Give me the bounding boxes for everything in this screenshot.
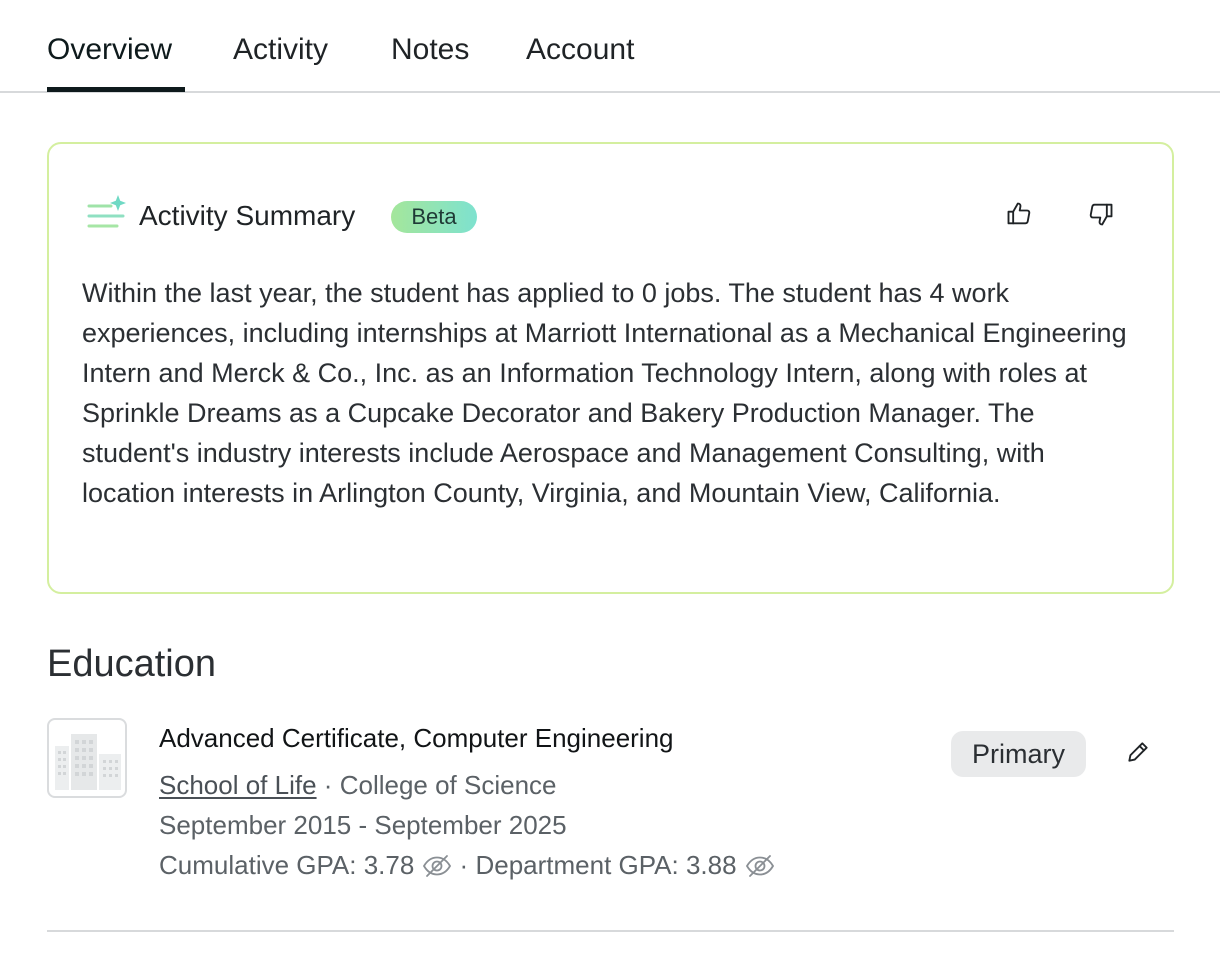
thumbs-down-icon	[1087, 200, 1115, 233]
thumbs-up-button[interactable]	[1001, 198, 1037, 234]
sparkle-lines-icon	[87, 194, 127, 234]
department-gpa: Department GPA: 3.88	[475, 850, 737, 880]
gpa-line: Cumulative GPA: 3.78 · Department GPA: 3…	[159, 847, 775, 888]
tab-bar: Overview Activity Notes Account	[0, 0, 1220, 93]
eye-off-icon[interactable]	[422, 852, 452, 888]
activity-summary-title: Activity Summary	[139, 200, 356, 231]
edit-education-button[interactable]	[1120, 736, 1156, 772]
separator-dot: ·	[459, 850, 469, 880]
primary-badge: Primary	[951, 731, 1086, 777]
active-tab-indicator	[47, 87, 185, 92]
education-heading: Education	[47, 643, 217, 685]
degree-title: Advanced Certificate, Computer Engineeri…	[159, 723, 674, 753]
school-line: School of Life · College of Science	[159, 767, 557, 803]
school-link[interactable]: School of Life	[159, 770, 317, 800]
cumulative-gpa: Cumulative GPA: 3.78	[159, 850, 415, 880]
eye-off-icon[interactable]	[745, 852, 775, 888]
separator-dot: ·	[323, 770, 333, 800]
college-name: College of Science	[339, 770, 557, 800]
education-dates: September 2015 - September 2025	[159, 810, 567, 840]
activity-summary-text: Within the last year, the student has ap…	[82, 278, 1127, 508]
thumbs-down-button[interactable]	[1083, 198, 1119, 234]
activity-summary-card: Activity Summary Beta Within the last ye…	[47, 142, 1174, 594]
section-divider	[47, 930, 1174, 932]
thumbs-up-icon	[1005, 200, 1033, 233]
school-logo	[47, 718, 127, 798]
beta-badge: Beta	[391, 201, 477, 233]
tab-overview[interactable]: Overview	[47, 30, 172, 70]
pencil-icon	[1125, 739, 1151, 770]
tab-account[interactable]: Account	[526, 30, 634, 70]
tab-activity[interactable]: Activity	[233, 30, 328, 70]
tab-notes[interactable]: Notes	[391, 30, 469, 70]
